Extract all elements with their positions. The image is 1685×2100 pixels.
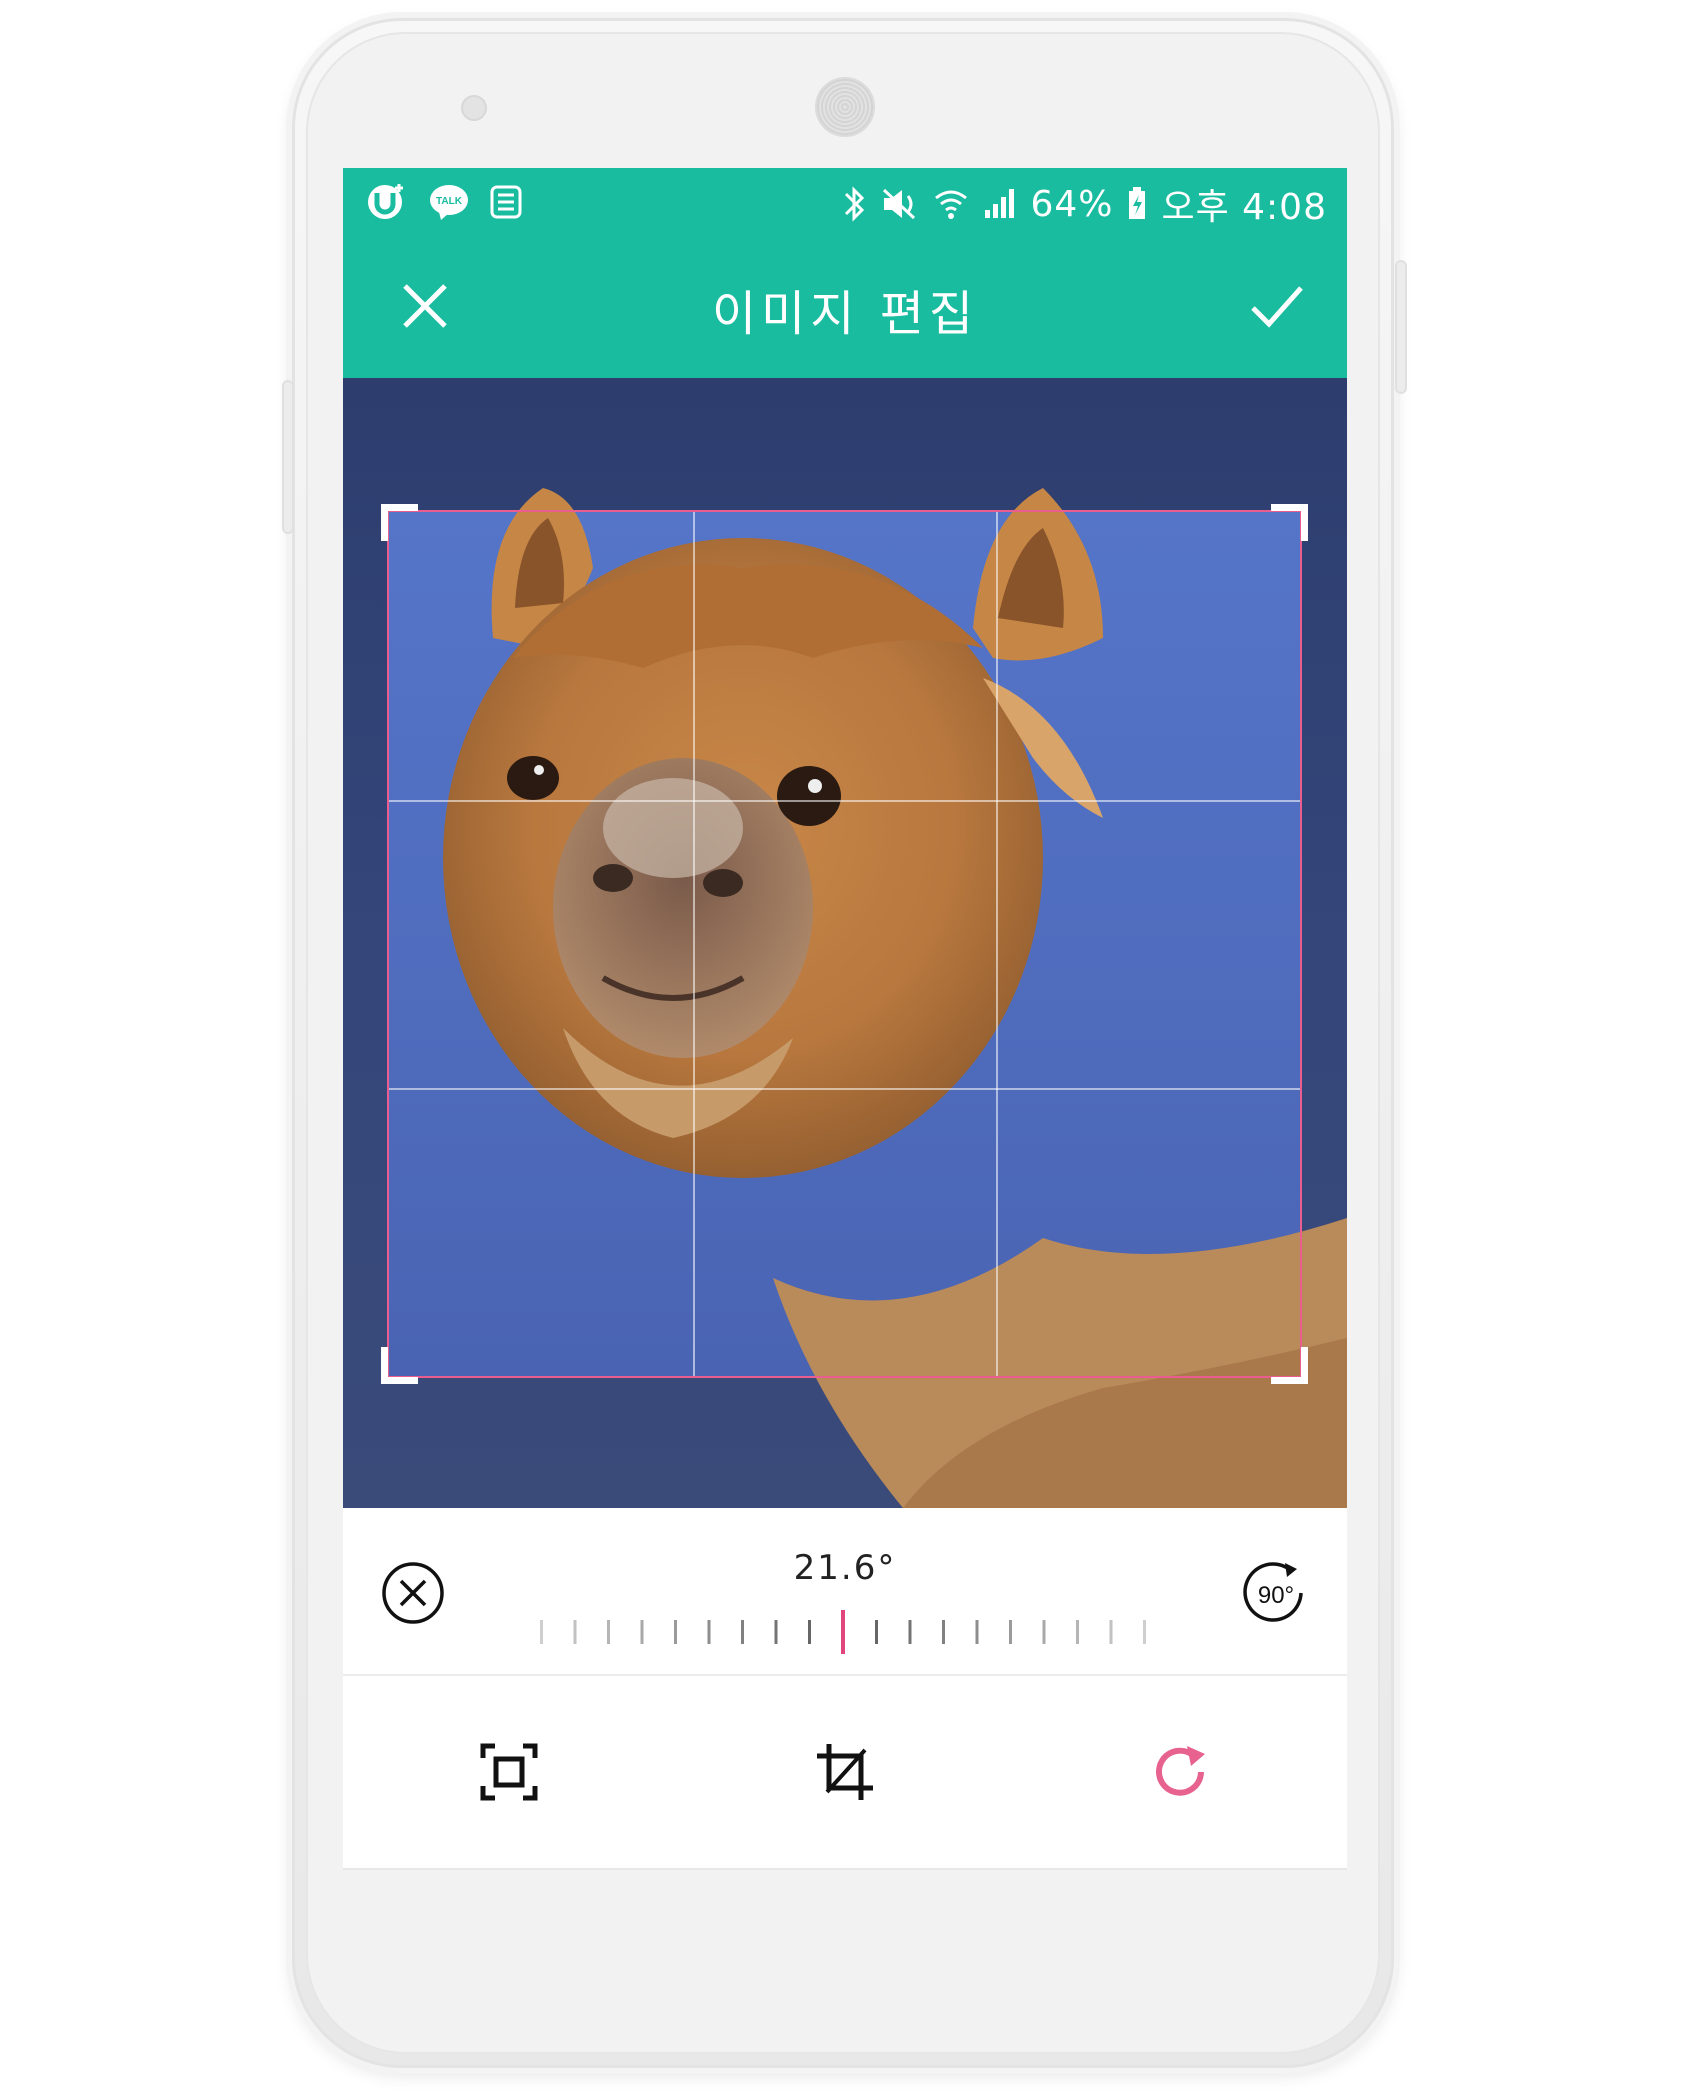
front-sensor xyxy=(461,95,487,121)
ruler-tick xyxy=(1109,1620,1113,1644)
ruler-tick xyxy=(975,1620,979,1644)
rotation-panel: 21.6° 90° xyxy=(343,1508,1347,1676)
ruler-tick xyxy=(1042,1620,1046,1644)
ruler-tick xyxy=(640,1620,644,1644)
crop-frame[interactable] xyxy=(381,504,1308,1384)
bluetooth-icon xyxy=(845,186,865,222)
screen-bottom-edge xyxy=(343,1868,1347,1870)
grid-line xyxy=(996,512,999,1376)
rotation-angle: 21.6° xyxy=(793,1548,897,1588)
ruler-tick xyxy=(808,1620,811,1644)
rotate-icon[interactable] xyxy=(1151,1742,1211,1802)
ruler-tick xyxy=(908,1620,912,1644)
grid-line xyxy=(389,1087,1300,1090)
status-right: 64% 오후 4:08 xyxy=(842,178,1327,230)
battery-charging-icon xyxy=(1129,187,1146,219)
battery-percent: 64% xyxy=(1030,183,1114,225)
fit-frame-icon[interactable] xyxy=(479,1742,539,1802)
ruler-tick xyxy=(1143,1620,1146,1644)
check-icon[interactable] xyxy=(1247,276,1307,336)
crop-icon[interactable] xyxy=(815,1742,875,1802)
kakaotalk-icon: TALK xyxy=(430,185,468,220)
u-plus-icon xyxy=(368,184,403,219)
ruler-tick xyxy=(774,1620,778,1644)
side-button-right xyxy=(1395,260,1407,394)
ruler-tick xyxy=(1009,1620,1012,1644)
grid-line xyxy=(389,799,1300,802)
crop-handle-bottom-right[interactable] xyxy=(1271,1347,1308,1384)
mute-icon xyxy=(883,188,916,220)
earpiece-speaker xyxy=(815,77,875,137)
bottom-toolbar xyxy=(343,1676,1347,1868)
status-bar: TALK 64% 오후 4:08 xyxy=(343,168,1347,234)
rotate-90-icon[interactable]: 90° xyxy=(1241,1561,1313,1625)
page-title: 이미지 편집 xyxy=(711,286,979,342)
ruler-tick xyxy=(607,1620,610,1644)
side-button-left xyxy=(282,380,294,534)
rotate-90-label: 90° xyxy=(1258,1582,1294,1609)
ruler-tick xyxy=(741,1620,744,1644)
wifi-icon xyxy=(935,190,968,219)
grid-line xyxy=(692,512,695,1376)
rotation-ruler[interactable] xyxy=(513,1608,1173,1654)
crop-handle-top-right[interactable] xyxy=(1271,504,1308,541)
clock: 오후 4:08 xyxy=(1161,187,1327,228)
status-left-icons: TALK xyxy=(365,182,523,222)
image-canvas[interactable] xyxy=(343,378,1347,1508)
message-icon xyxy=(490,185,522,219)
ruler-tick xyxy=(674,1620,677,1644)
ruler-tick xyxy=(573,1620,577,1644)
crop-handle-top-left[interactable] xyxy=(381,504,418,541)
ruler-tick xyxy=(942,1620,945,1644)
app-bar: 이미지 편집 xyxy=(343,234,1347,378)
kakao-talk-label: TALK xyxy=(436,196,463,207)
ruler-tick xyxy=(707,1620,711,1644)
ruler-tick xyxy=(1076,1620,1079,1644)
crop-handle-bottom-left[interactable] xyxy=(381,1347,418,1384)
ruler-tick xyxy=(540,1620,543,1644)
ruler-tick xyxy=(875,1620,878,1644)
screen: TALK 64% 오후 4:08 이미지 편집 21.6° 90° xyxy=(343,168,1347,1868)
signal-icon xyxy=(985,189,1015,218)
